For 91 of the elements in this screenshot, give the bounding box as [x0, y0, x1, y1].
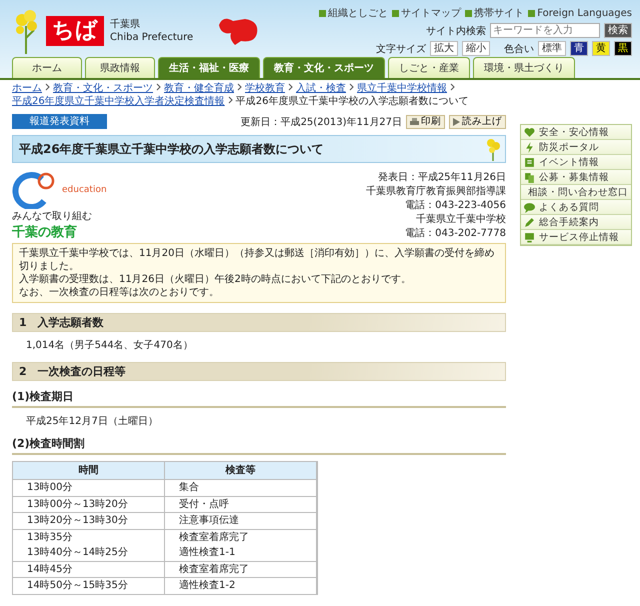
monitor-icon — [524, 232, 535, 242]
table-cell-text: 適性検査1-1 — [179, 546, 236, 560]
color-scheme-button[interactable]: 標準 — [538, 41, 566, 56]
release-info: 電話：043-202-7778 — [405, 227, 506, 241]
table-cell-text: 13時40分～14時25分 — [27, 546, 129, 560]
nav-tab[interactable]: 環境・県土づくり — [473, 57, 575, 78]
press-release-label: 報道発表資料 — [12, 114, 107, 129]
page-title: 平成26年度千葉県立千葉中学校の入学志願者数について — [19, 140, 324, 158]
sidebar-link[interactable]: 安全・安心情報 — [521, 125, 631, 140]
header-link[interactable]: 携帯サイト — [465, 6, 524, 20]
sidebar-link[interactable]: よくある質問 — [521, 200, 631, 215]
sidebar-link[interactable]: 総合手続案内 — [521, 215, 631, 230]
table-cell-text: 14時45分 — [27, 562, 74, 576]
table-cell-text: 13時35分 — [27, 530, 74, 544]
breadcrumb-link[interactable]: 入試・検査 — [296, 83, 346, 94]
search-field[interactable]: キーワードを入力 — [490, 23, 600, 38]
flower-drawing — [485, 137, 501, 161]
table-cell-text: 14時50分～15時35分 — [27, 578, 129, 593]
color-scheme-button[interactable]: 黒 — [614, 41, 632, 56]
search-button[interactable]: 検索 — [604, 23, 632, 38]
breadcrumb-link[interactable]: 教育・文化・スポーツ — [53, 83, 153, 94]
nav-tab[interactable]: しごと・産業 — [388, 57, 470, 78]
notepad-icon — [524, 156, 535, 168]
chevron-icon — [288, 83, 293, 91]
breadcrumb-link[interactable]: 平成26年度県立千葉中学校入学者決定検査情報 — [12, 96, 225, 107]
sidebar-link[interactable]: 公募・募集情報 — [521, 170, 631, 185]
header-link[interactable]: Foreign Languages — [528, 8, 632, 18]
color-scheme-label: 色合い — [504, 42, 534, 56]
play-icon — [453, 118, 460, 126]
breadcrumb-link[interactable]: 県立千葉中学校情報 — [357, 83, 447, 94]
section-heading: 2 一次検査の日程等 — [12, 362, 506, 381]
updated-date: 更新日：平成25(2013)年11月27日 — [240, 116, 402, 128]
font-size-button[interactable]: 縮小 — [462, 41, 490, 56]
read-aloud-button[interactable]: 読み上げ — [449, 114, 506, 128]
chevron-icon — [45, 83, 50, 91]
color-scheme-button[interactable]: 青 — [570, 41, 588, 56]
color-scheme-button[interactable]: 黄 — [592, 41, 610, 56]
search-label: サイト内検索 — [426, 24, 486, 38]
print-button[interactable]: 印刷 — [406, 114, 445, 128]
section-heading: 1 入学志願者数 — [12, 313, 506, 332]
chevron-icon — [156, 83, 161, 91]
breadcrumb-current: 平成26年度県立千葉中学校の入学志願者数について — [236, 96, 468, 107]
column-header: 時間 — [13, 462, 165, 479]
font-size-button[interactable]: 拡大 — [430, 41, 458, 56]
table-cell-text: 集合 — [179, 481, 200, 495]
nav-tab[interactable]: 県政情報 — [85, 57, 155, 78]
breadcrumb-link[interactable]: 学校教育 — [245, 83, 285, 94]
table-cell-text: 検査室着席完了 — [179, 562, 250, 576]
nav-tab[interactable]: 教育・文化・スポーツ — [263, 57, 385, 78]
nav-tab[interactable]: 生活・福祉・医療 — [158, 57, 260, 78]
table-cell-text: 注意事項伝達 — [179, 514, 240, 528]
logo-name: 千葉の教育 — [12, 224, 78, 241]
sidebar-link[interactable]: 防災ポータル — [521, 140, 631, 155]
column-header: 検査等 — [165, 462, 317, 479]
section-text: 1,014名（男子544名、女子470名） — [26, 339, 194, 352]
nav-tab[interactable]: ホーム — [12, 57, 82, 78]
header-link[interactable]: サイトマップ — [392, 6, 462, 20]
sidebar-link[interactable]: サービス停止情報 — [521, 230, 631, 245]
table-cell-text: 検査室着席完了 — [179, 530, 250, 544]
speech-bubble-icon — [524, 202, 535, 212]
table-cell-text: 受付・点呼 — [179, 498, 230, 512]
prefecture-name-english: Chiba Prefecture — [110, 31, 194, 44]
table-cell-text: 13時20分～13時30分 — [27, 514, 129, 528]
chevron-icon — [349, 83, 354, 91]
notice-text: 千葉県立千葉中学校では、11月20日（水曜日）（持参又は郵送［消印有効］）に、入学願書の受付を締め切りました。 — [19, 247, 496, 273]
subsection-heading: (2)検査時間割 — [12, 436, 506, 455]
sidebar-link[interactable]: 相談・問い合わせ窓口 — [521, 185, 631, 200]
table-cell-text: 13時00分～13時20分 — [27, 498, 129, 512]
section-text: 平成25年12月7日（土曜日） — [26, 414, 159, 428]
release-info: 発表日：平成25年11月26日 — [378, 171, 506, 185]
site-logo[interactable]: ちば — [46, 16, 104, 46]
release-info: 千葉県立千葉中学校 — [416, 213, 506, 227]
breadcrumb-link[interactable]: 教育・健全育成 — [164, 83, 234, 94]
notice-text: なお、一次検査の日程等は次のとおりです。 — [19, 286, 220, 299]
documents-icon — [524, 172, 535, 182]
font-size-label: 文字サイズ — [376, 42, 426, 56]
release-info: 電話：043-223-4056 — [405, 199, 506, 213]
prefecture-name: 千葉県 — [110, 18, 141, 31]
notice-text: 入学願書の受理数は、11月26日（火曜日）午後2時の時点において下記のとおりです。 — [19, 273, 412, 286]
header-link[interactable]: 組織としごと — [319, 6, 388, 20]
sidebar-link[interactable]: イベント情報 — [521, 155, 631, 170]
education-logo-mark: education — [62, 185, 107, 195]
table-cell-text: 13時00分 — [27, 480, 74, 495]
breadcrumb-link[interactable]: ホーム — [12, 83, 42, 94]
subsection-heading: (1)検査期日 — [12, 389, 506, 408]
logo-tagline: みんなで取り組む — [12, 210, 93, 223]
release-info: 千葉県教育庁教育振興部指導課 — [366, 185, 506, 199]
heart-icon — [524, 126, 535, 138]
table-cell-text: 適性検査1-2 — [179, 578, 236, 593]
chevron-icon — [450, 83, 455, 91]
printer-icon — [410, 118, 419, 126]
